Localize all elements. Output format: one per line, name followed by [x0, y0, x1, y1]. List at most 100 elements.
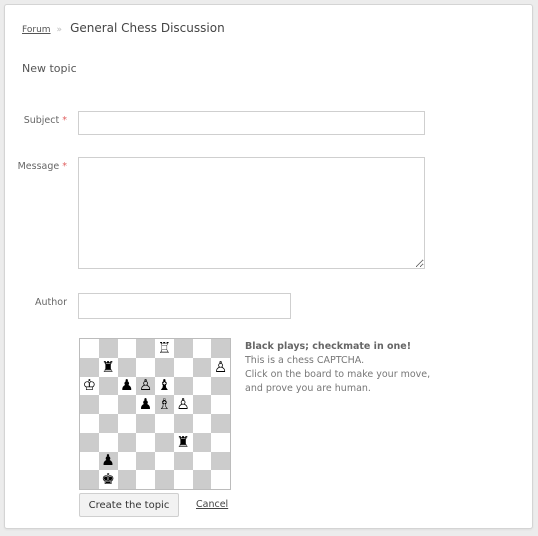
- board-square[interactable]: ♜: [173, 432, 193, 452]
- board-square[interactable]: [80, 339, 99, 358]
- board-square[interactable]: [173, 414, 193, 433]
- subject-label-text: Subject: [23, 115, 60, 126]
- board-square[interactable]: [117, 357, 137, 377]
- board-square[interactable]: [173, 376, 193, 396]
- board-square[interactable]: [173, 357, 193, 377]
- board-square[interactable]: [211, 432, 230, 452]
- captcha-title: Black plays; checkmate in one!: [245, 341, 412, 352]
- board-square[interactable]: [155, 470, 174, 489]
- board-square[interactable]: [80, 395, 99, 414]
- white-pawn-icon[interactable]: ♙: [139, 378, 152, 393]
- board-square[interactable]: ♟: [98, 451, 118, 471]
- board-square[interactable]: [80, 451, 99, 471]
- board-square[interactable]: [98, 395, 118, 414]
- white-rook-icon[interactable]: ♖: [158, 340, 171, 356]
- board-square[interactable]: [192, 339, 212, 358]
- board-square[interactable]: [136, 432, 155, 452]
- captcha-line-1: This is a chess CAPTCHA.: [245, 355, 365, 366]
- board-square[interactable]: [192, 432, 212, 452]
- form-heading: New topic: [22, 62, 77, 75]
- board-square[interactable]: [136, 339, 155, 358]
- create-topic-button[interactable]: Create the topic: [79, 493, 179, 517]
- board-square[interactable]: [192, 451, 212, 471]
- board-square[interactable]: [80, 414, 99, 433]
- board-square[interactable]: [155, 357, 174, 377]
- board-square[interactable]: [155, 451, 174, 471]
- white-pawn-icon[interactable]: ♙: [214, 359, 227, 375]
- board-square[interactable]: [98, 414, 118, 433]
- board-square[interactable]: [117, 395, 137, 414]
- board-square[interactable]: ♖: [155, 339, 174, 358]
- message-textarea[interactable]: [78, 157, 425, 269]
- board-square[interactable]: [192, 414, 212, 433]
- board-square[interactable]: [117, 414, 137, 433]
- board-square[interactable]: [136, 357, 155, 377]
- board-square[interactable]: [173, 451, 193, 471]
- board-square[interactable]: ♝: [155, 376, 174, 396]
- board-square[interactable]: [117, 432, 137, 452]
- board-square[interactable]: [80, 470, 99, 489]
- board-square[interactable]: ♙: [173, 395, 193, 414]
- subject-label: Subject *: [5, 115, 67, 126]
- board-square[interactable]: ♜: [98, 357, 118, 377]
- board-square[interactable]: ♔: [80, 376, 99, 396]
- board-square[interactable]: [136, 470, 155, 489]
- board-square[interactable]: [117, 451, 137, 471]
- black-rook-icon[interactable]: ♜: [176, 434, 189, 450]
- black-rook-icon[interactable]: ♜: [101, 359, 114, 375]
- board-square[interactable]: [136, 451, 155, 471]
- board-square[interactable]: [211, 414, 230, 433]
- board-square[interactable]: [192, 395, 212, 414]
- board-square[interactable]: [192, 376, 212, 396]
- board-square[interactable]: [117, 339, 137, 358]
- cancel-link[interactable]: Cancel: [196, 499, 228, 510]
- board-square[interactable]: [98, 376, 118, 396]
- subject-required-mark: *: [62, 115, 67, 126]
- board-square[interactable]: ♗: [155, 395, 174, 414]
- board-square[interactable]: [173, 470, 193, 489]
- captcha-line-2: Click on the board to make your move,: [245, 369, 431, 380]
- subject-input[interactable]: [78, 111, 425, 135]
- white-pawn-icon[interactable]: ♙: [176, 397, 189, 412]
- board-square[interactable]: [211, 376, 230, 396]
- board-square[interactable]: ♚: [98, 470, 118, 489]
- author-label: Author: [5, 297, 67, 308]
- author-input[interactable]: [78, 293, 291, 319]
- board-square[interactable]: [98, 339, 118, 358]
- board-square[interactable]: [155, 414, 174, 433]
- black-pawn-icon[interactable]: ♟: [101, 453, 114, 468]
- message-required-mark: *: [62, 161, 67, 172]
- board-square[interactable]: ♙: [211, 357, 230, 377]
- forum-panel: Forum » General Chess Discussion New top…: [4, 4, 533, 529]
- board-square[interactable]: [117, 470, 137, 489]
- white-king-icon[interactable]: ♔: [83, 378, 96, 393]
- black-pawn-icon[interactable]: ♟: [120, 378, 133, 393]
- breadcrumb-forum-link[interactable]: Forum: [22, 25, 51, 35]
- black-king-icon[interactable]: ♚: [101, 472, 114, 487]
- board-square[interactable]: ♙: [136, 376, 155, 396]
- board-square[interactable]: [155, 432, 174, 452]
- board-square[interactable]: [98, 432, 118, 452]
- breadcrumb-separator: »: [56, 25, 63, 35]
- board-square[interactable]: [173, 339, 193, 358]
- board-square[interactable]: [192, 470, 212, 489]
- board-square[interactable]: ♟: [136, 395, 155, 414]
- breadcrumb: Forum » General Chess Discussion: [22, 21, 225, 35]
- board-square[interactable]: [211, 451, 230, 471]
- message-label-text: Message: [17, 161, 60, 172]
- black-pawn-icon[interactable]: ♟: [139, 397, 152, 412]
- board-square[interactable]: [80, 432, 99, 452]
- chess-captcha-board[interactable]: ♖ ♜ ♙ ♔ ♟ ♙ ♝ ♟ ♗ ♙ ♜ ♟ ♚: [79, 338, 231, 490]
- board-square[interactable]: [211, 395, 230, 414]
- board-square[interactable]: [136, 414, 155, 433]
- author-label-text: Author: [35, 297, 67, 308]
- captcha-instructions: Black plays; checkmate in one! This is a…: [245, 340, 430, 396]
- black-bishop-icon[interactable]: ♝: [158, 378, 171, 393]
- board-square[interactable]: ♟: [117, 376, 137, 396]
- board-square[interactable]: [211, 470, 230, 489]
- white-bishop-icon[interactable]: ♗: [158, 397, 171, 412]
- page-title: General Chess Discussion: [70, 21, 225, 35]
- board-square[interactable]: [192, 357, 212, 377]
- board-square[interactable]: [211, 339, 230, 358]
- board-square[interactable]: [80, 357, 99, 377]
